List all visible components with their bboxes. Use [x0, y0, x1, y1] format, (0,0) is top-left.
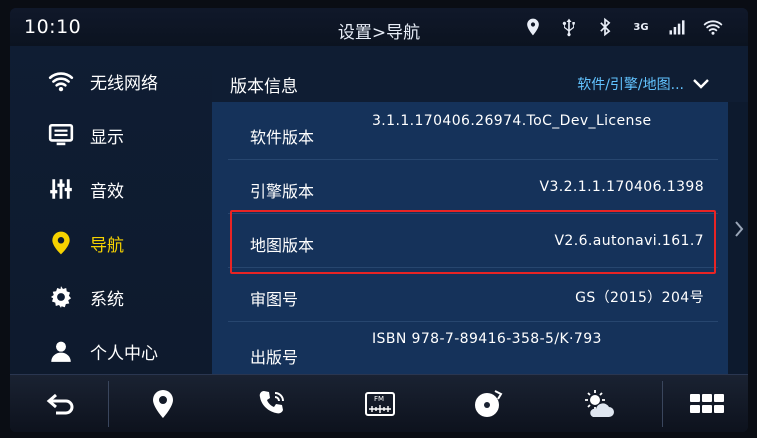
display-icon	[46, 120, 76, 150]
equalizer-icon	[46, 174, 76, 204]
back-button[interactable]	[20, 375, 102, 432]
navigation-button[interactable]	[114, 375, 212, 432]
sidebar: 无线网络 显示 音效 导航 系统 个人中心	[10, 46, 212, 374]
sidebar-item-wifi[interactable]: 无线网络	[10, 56, 212, 106]
row-key: 软件版本	[250, 128, 315, 147]
dock-divider	[108, 381, 109, 427]
network-3g-icon: 3G	[630, 16, 652, 38]
row-key: 审图号	[250, 290, 299, 309]
bluetooth-icon	[594, 16, 616, 38]
sidebar-item-label: 音效	[90, 181, 124, 202]
sidebar-item-display[interactable]: 显示	[10, 110, 212, 160]
phone-button[interactable]	[224, 375, 320, 432]
dropdown-value: 软件/引擎/地图...	[577, 77, 684, 93]
list-item-software-version: 软件版本 3.1.1.170406.26974.ToC_Dev_License	[228, 106, 718, 160]
apps-grid-icon	[690, 394, 724, 413]
status-bar: 10:10 设置>导航 3G	[10, 8, 748, 46]
location-pin-icon	[46, 228, 76, 258]
weather-button[interactable]	[550, 375, 646, 432]
row-key: 出版号	[250, 348, 299, 367]
list-item-publication-number: 出版号 ISBN 978-7-89416-358-5/K·793	[228, 322, 718, 376]
navigation-icon	[153, 390, 173, 418]
highlight-box	[230, 210, 716, 274]
status-icons: 3G	[522, 16, 724, 38]
dock-divider	[662, 381, 663, 427]
signal-icon	[666, 16, 688, 38]
wifi-icon	[46, 66, 76, 96]
sidebar-item-label: 无线网络	[90, 73, 158, 94]
screen: 10:10 设置>导航 3G 无线网络 显示 音效 导航 系统 个人中心 版本信…	[10, 8, 748, 432]
sidebar-item-system[interactable]: 系统	[10, 272, 212, 322]
row-value: ISBN 978-7-89416-358-5/K·793	[372, 331, 602, 347]
gear-icon	[46, 282, 76, 312]
network-label: 3G	[633, 21, 649, 33]
sidebar-item-label: 系统	[90, 289, 124, 310]
location-icon	[522, 16, 544, 38]
music-button[interactable]	[440, 375, 536, 432]
row-key: 引擎版本	[250, 182, 315, 201]
apps-button[interactable]	[668, 375, 748, 432]
content-header: 版本信息 软件/引擎/地图...	[212, 46, 748, 102]
fm-radio-icon: FM	[365, 392, 395, 416]
sidebar-item-sound[interactable]: 音效	[10, 164, 212, 214]
chevron-right-icon[interactable]	[732, 218, 746, 240]
version-dropdown[interactable]: 软件/引擎/地图...	[577, 74, 710, 94]
back-icon	[46, 393, 74, 415]
bottom-dock: FM	[10, 374, 748, 432]
usb-icon	[558, 16, 580, 38]
list-item-engine-version: 引擎版本 V3.2.1.1.170406.1398	[228, 160, 718, 214]
sidebar-item-label: 导航	[90, 235, 124, 256]
weather-icon	[585, 390, 614, 417]
sidebar-item-label: 显示	[90, 127, 124, 148]
sidebar-item-label: 个人中心	[90, 343, 158, 364]
chevron-down-icon	[693, 79, 709, 89]
list-item-map-approval: 审图号 GS（2015）204号	[228, 268, 718, 322]
row-value: V3.2.1.1.170406.1398	[539, 179, 704, 195]
sidebar-item-profile[interactable]: 个人中心	[10, 326, 212, 376]
sidebar-item-navigation[interactable]: 导航	[10, 218, 212, 268]
user-icon	[46, 336, 76, 366]
fm-label: FM	[374, 395, 384, 403]
wifi-icon	[702, 16, 724, 38]
row-value: 3.1.1.170406.26974.ToC_Dev_License	[372, 113, 652, 129]
phone-icon	[259, 391, 284, 414]
fm-radio-button[interactable]: FM	[332, 375, 428, 432]
music-disc-icon	[475, 390, 503, 417]
section-title: 版本信息	[230, 77, 298, 97]
row-value: GS（2015）204号	[575, 290, 704, 306]
